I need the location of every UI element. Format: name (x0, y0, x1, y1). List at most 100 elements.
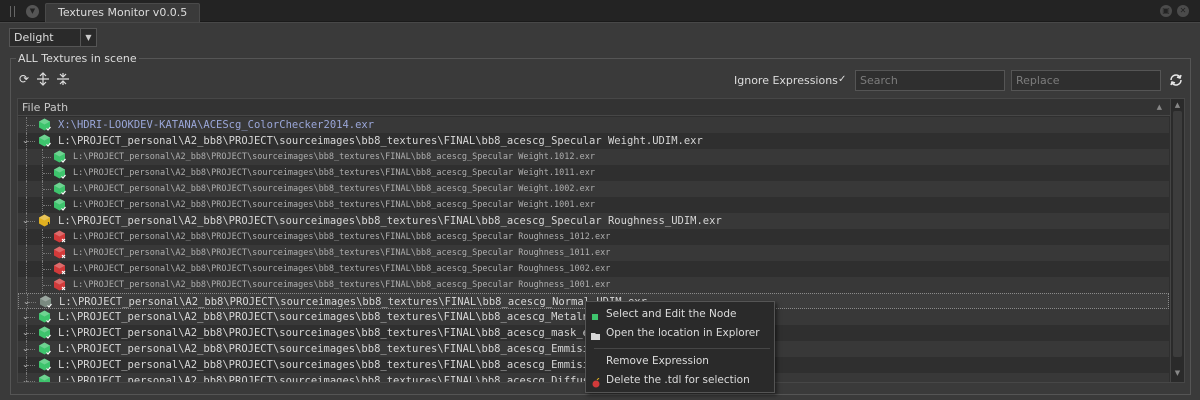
expand-all-icon[interactable] (36, 72, 50, 89)
green-square-icon (591, 310, 600, 320)
texture-ok-icon (53, 182, 66, 196)
tree-row-udim-tile[interactable]: L:\PROJECT_personal\A2_bb8\PROJECT\sourc… (18, 165, 1169, 181)
tree-branch-line (27, 349, 35, 350)
file-path-header: File Path (22, 101, 69, 114)
title-bar: ▼ Textures Monitor v0.0.5 ▣ ✕ (0, 0, 1200, 22)
texture-warning-icon (38, 214, 51, 228)
folder-icon (591, 329, 600, 340)
texture-error-icon (53, 230, 66, 244)
tree-branch-line (43, 237, 51, 238)
texture-error-icon (53, 246, 66, 260)
replace-input[interactable] (1011, 70, 1161, 91)
tree-row-udim-tile[interactable]: L:\PROJECT_personal\A2_bb8\PROJECT\sourc… (18, 149, 1169, 165)
texture-file-path: L:\PROJECT_personal\A2_bb8\PROJECT\sourc… (58, 311, 615, 323)
context-dropdown-value: Delight (14, 31, 54, 44)
texture-ok-icon (38, 310, 51, 324)
context-menu: Select and Edit the Node Open the locati… (585, 301, 775, 393)
texture-file-path: L:\PROJECT_personal\A2_bb8\PROJECT\sourc… (58, 343, 615, 355)
tree-branch-line (27, 365, 35, 366)
texture-file-path: L:\PROJECT_personal\A2_bb8\PROJECT\sourc… (59, 296, 647, 308)
texture-ok-icon (53, 150, 66, 164)
tree-row-udim-tile[interactable]: L:\PROJECT_personal\A2_bb8\PROJECT\sourc… (18, 245, 1169, 261)
menu-item-delete-tdl[interactable]: Delete the .tdl for selection (586, 371, 774, 390)
texture-file-path: L:\PROJECT_personal\A2_bb8\PROJECT\sourc… (73, 152, 595, 162)
refresh-icon[interactable]: ⟳ (19, 72, 29, 86)
tree-guide-line (26, 165, 36, 181)
scroll-up-icon[interactable]: ▲ (1171, 101, 1184, 109)
texture-file-path: L:\PROJECT_personal\A2_bb8\PROJECT\sourc… (73, 264, 611, 274)
collapse-all-icon[interactable] (56, 72, 70, 89)
tree-row-texture[interactable]: X:\HDRI-LOOKDEV-KATANA\ACEScg_ColorCheck… (18, 117, 1169, 133)
red-bomb-icon (591, 376, 600, 388)
chevron-down-icon: ▼ (80, 29, 96, 46)
tree-row-udim-tile[interactable]: L:\PROJECT_personal\A2_bb8\PROJECT\sourc… (18, 261, 1169, 277)
texture-ok-icon (38, 358, 51, 372)
menu-item-open-location[interactable]: Open the location in Explorer (586, 324, 774, 343)
tree-guide-line (26, 245, 36, 261)
texture-ok-icon (38, 326, 51, 340)
menu-item-select-edit-node[interactable]: Select and Edit the Node (586, 305, 774, 324)
texture-file-path: L:\PROJECT_personal\A2_bb8\PROJECT\sourc… (73, 184, 595, 194)
tree-branch-line (28, 302, 36, 303)
tree-row-udim-tile[interactable]: L:\PROJECT_personal\A2_bb8\PROJECT\sourc… (18, 277, 1169, 293)
texture-file-path: L:\PROJECT_personal\A2_bb8\PROJECT\sourc… (73, 248, 611, 258)
texture-ok-icon (38, 374, 51, 382)
texture-file-path: L:\PROJECT_personal\A2_bb8\PROJECT\sourc… (58, 135, 703, 147)
tree-branch-line (43, 269, 51, 270)
texture-file-path: X:\HDRI-LOOKDEV-KATANA\ACEScg_ColorCheck… (58, 119, 375, 131)
texture-ok-icon (38, 342, 51, 356)
tree-branch-line (43, 173, 51, 174)
texture-file-path: L:\PROJECT_personal\A2_bb8\PROJECT\sourc… (58, 359, 615, 371)
tree-branch-line (27, 333, 35, 334)
vertical-scrollbar[interactable]: ▲ ▼ (1170, 99, 1184, 382)
tree-branch-line (27, 125, 35, 126)
tree-guide-line (26, 197, 36, 213)
search-replace-icon[interactable] (1168, 72, 1184, 92)
texture-file-path: L:\PROJECT_personal\A2_bb8\PROJECT\sourc… (58, 215, 722, 227)
float-window-icon[interactable]: ▣ (1160, 5, 1172, 17)
tree-guide-line (26, 181, 36, 197)
ignore-expressions-label: Ignore Expressions (734, 74, 838, 87)
close-icon[interactable]: ✕ (1177, 5, 1189, 17)
tree-branch-line (43, 189, 51, 190)
texture-file-path: L:\PROJECT_personal\A2_bb8\PROJECT\sourc… (58, 327, 615, 339)
tab-textures-monitor[interactable]: Textures Monitor v0.0.5 (45, 3, 201, 22)
tree-branch-line (27, 317, 35, 318)
texture-ok-icon (39, 295, 52, 309)
texture-error-icon (53, 278, 66, 292)
sort-ascending-icon: ▲ (1156, 103, 1162, 111)
tree-branch-line (27, 141, 35, 142)
tree-row-udim-tile[interactable]: L:\PROJECT_personal\A2_bb8\PROJECT\sourc… (18, 181, 1169, 197)
texture-file-path: L:\PROJECT_personal\A2_bb8\PROJECT\sourc… (73, 280, 611, 290)
texture-ok-icon (53, 198, 66, 212)
tree-branch-line (43, 205, 51, 206)
texture-error-icon (53, 262, 66, 276)
texture-file-path: L:\PROJECT_personal\A2_bb8\PROJECT\sourc… (73, 168, 595, 178)
tree-row-udim-tile[interactable]: L:\PROJECT_personal\A2_bb8\PROJECT\sourc… (18, 229, 1169, 245)
panel-menu-icon[interactable]: ▼ (26, 5, 39, 18)
ignore-expressions-checkbox[interactable]: ✓ (838, 74, 850, 86)
scrollbar-thumb[interactable] (1173, 111, 1182, 357)
tree-branch-line (43, 157, 51, 158)
tree-branch-line (27, 221, 35, 222)
tree-guide-line (26, 149, 36, 165)
texture-file-path: L:\PROJECT_personal\A2_bb8\PROJECT\sourc… (73, 232, 611, 242)
tree-guide-line (26, 229, 36, 245)
drag-grip-icon[interactable] (10, 6, 15, 17)
group-title: ALL Textures in scene (16, 52, 139, 65)
texture-ok-icon (38, 134, 51, 148)
texture-file-path: L:\PROJECT_personal\A2_bb8\PROJECT\sourc… (73, 200, 595, 210)
menu-item-remove-expression[interactable]: Remove Expression (586, 352, 774, 371)
tree-row-texture[interactable]: ⌄ L:\PROJECT_personal\A2_bb8\PROJECT\sour… (18, 213, 1169, 229)
tree-row-texture[interactable]: ⌄ L:\PROJECT_personal\A2_bb8\PROJECT\sour… (18, 133, 1169, 149)
texture-ok-icon (38, 118, 51, 132)
tree-row-udim-tile[interactable]: L:\PROJECT_personal\A2_bb8\PROJECT\sourc… (18, 197, 1169, 213)
search-input[interactable] (855, 70, 1005, 91)
tree-column-header[interactable]: File Path ▲ (18, 99, 1170, 116)
texture-file-path: L:\PROJECT_personal\A2_bb8\PROJECT\sourc… (58, 375, 615, 383)
context-dropdown[interactable]: Delight ▼ (9, 28, 97, 47)
scroll-down-icon[interactable]: ▼ (1171, 369, 1184, 377)
tree-branch-line (43, 285, 51, 286)
texture-ok-icon (53, 166, 66, 180)
tree-guide-line (26, 261, 36, 277)
